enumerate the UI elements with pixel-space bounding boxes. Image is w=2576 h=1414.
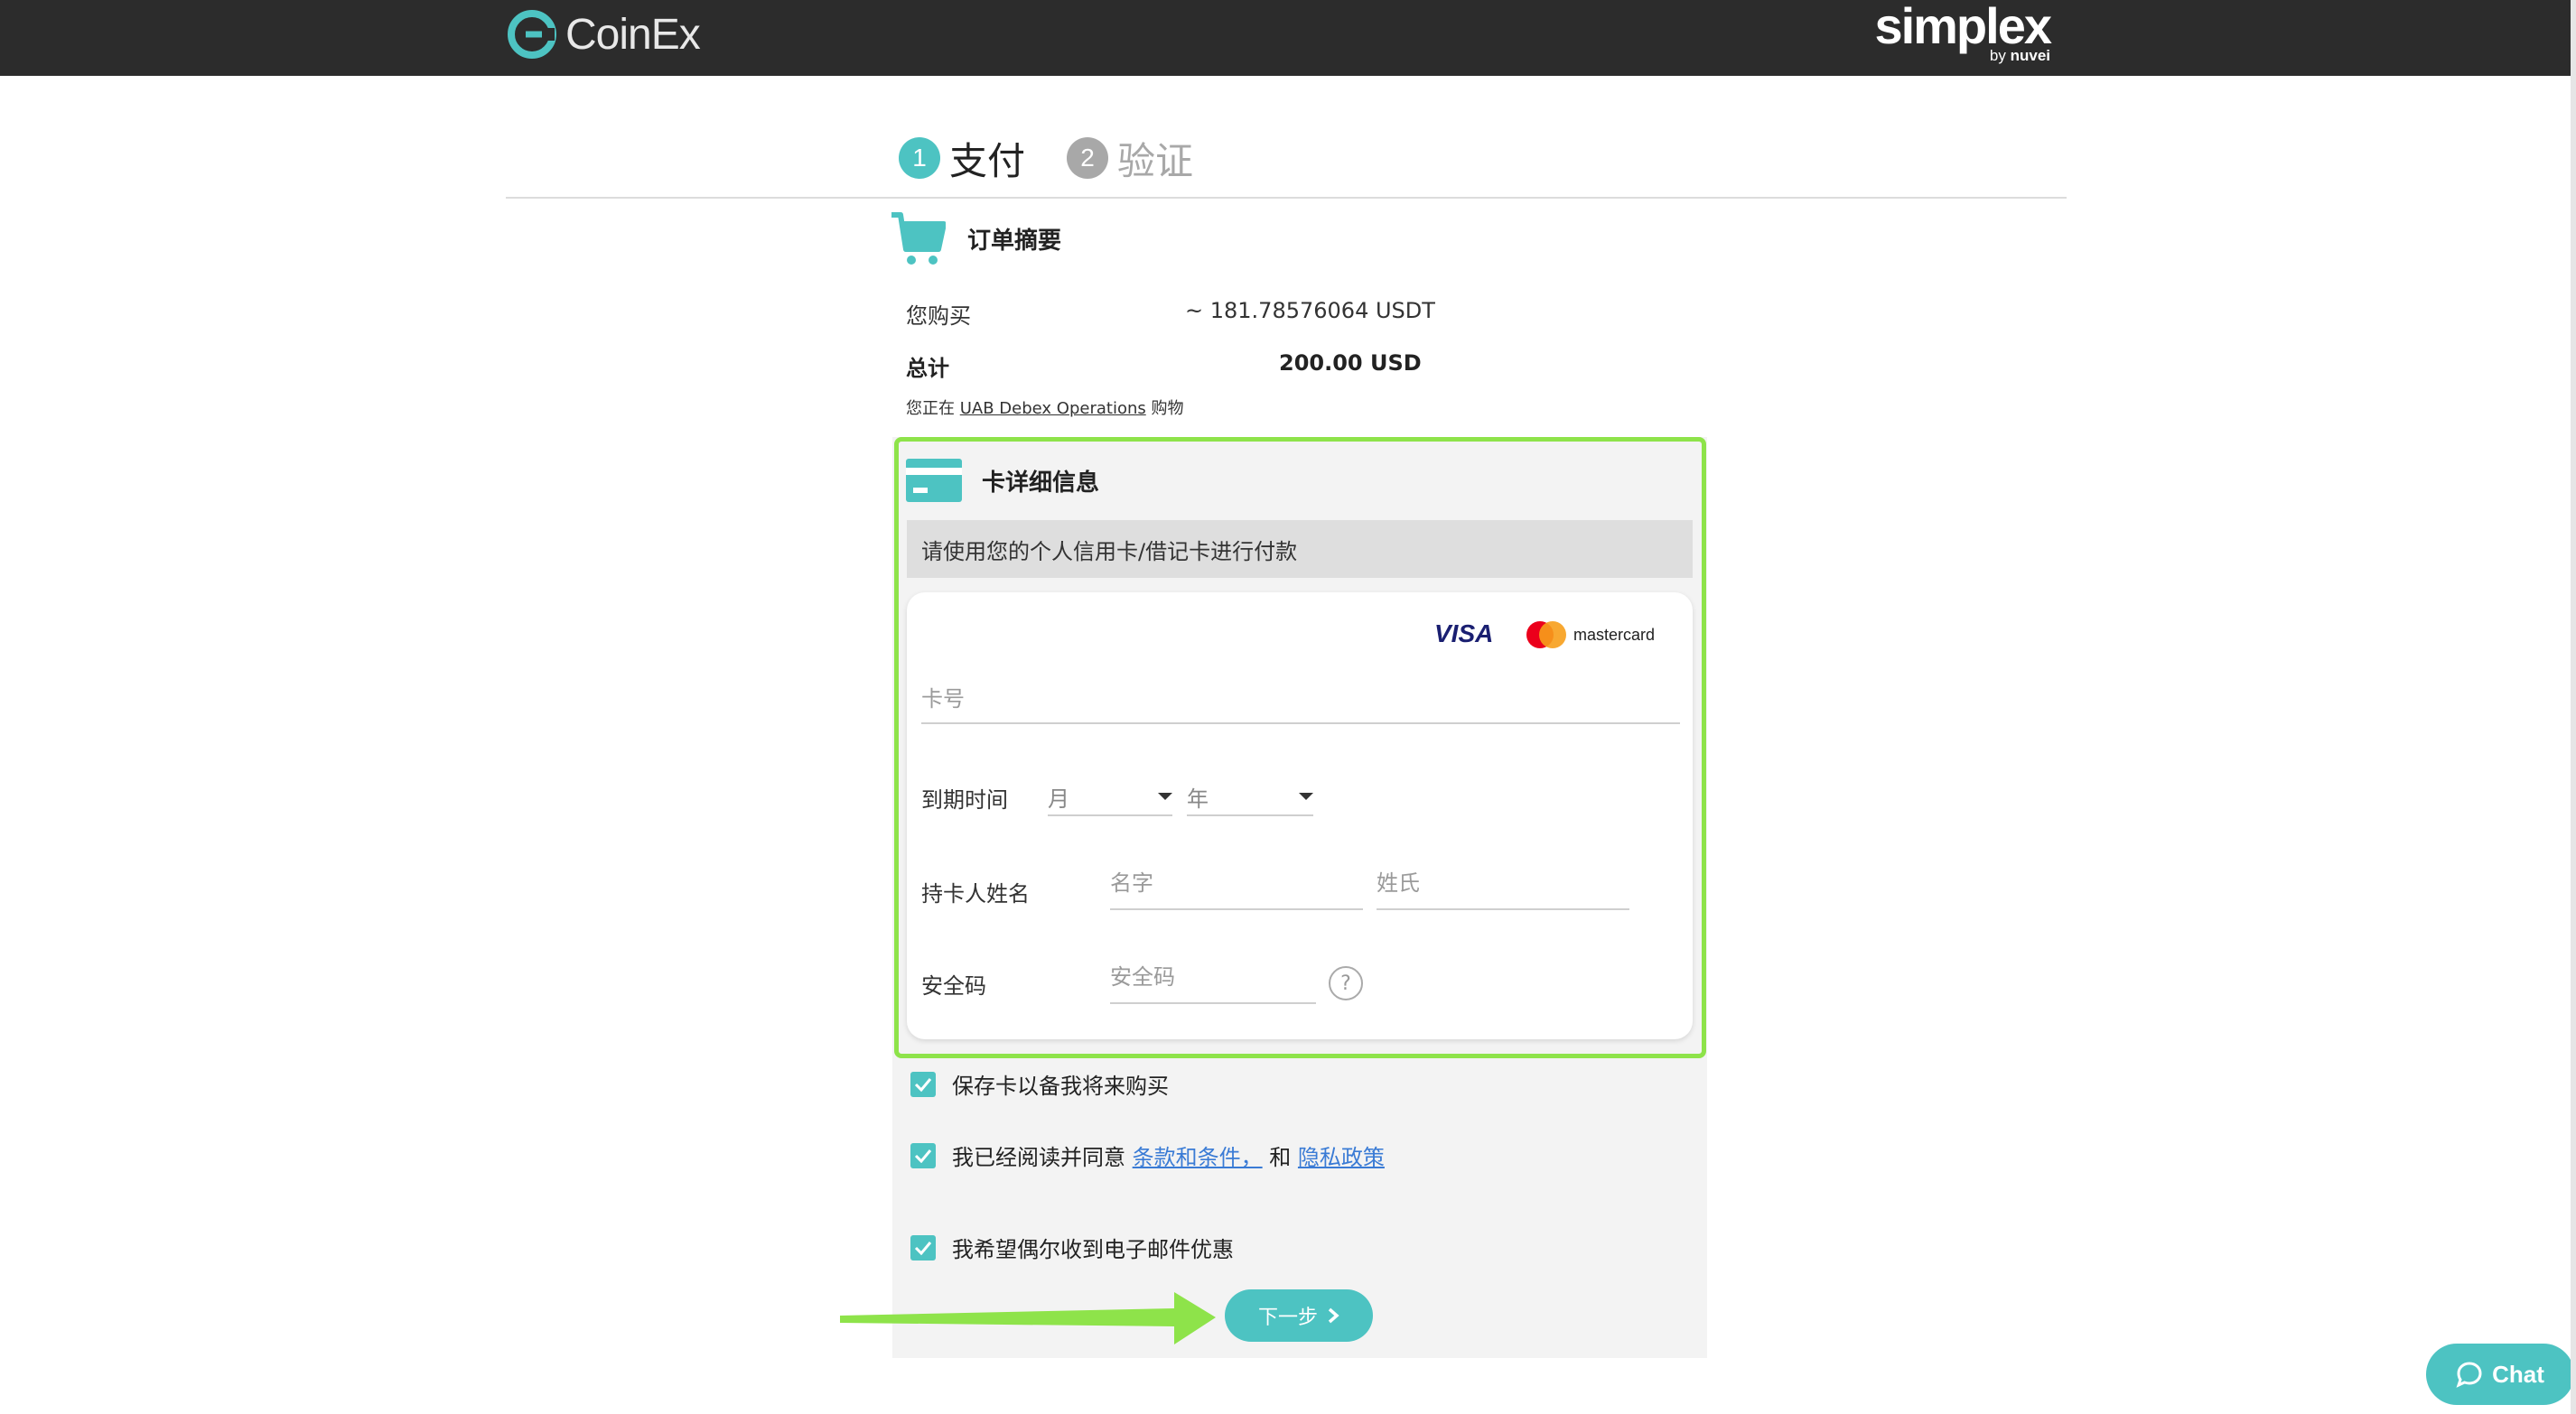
cardholder-label: 持卡人姓名 bbox=[921, 881, 1030, 907]
simplex-by-text: by bbox=[1989, 47, 2006, 64]
total-label: 总计 bbox=[906, 356, 949, 381]
cvv-input[interactable] bbox=[1110, 964, 1316, 990]
expiry-year-select[interactable]: 年 bbox=[1187, 778, 1313, 816]
coinex-logo[interactable]: CoinEx bbox=[506, 7, 701, 61]
order-summary-title: 订单摘要 bbox=[967, 227, 1062, 255]
step-number: 2 bbox=[1067, 137, 1109, 179]
chat-button[interactable]: Chat bbox=[2426, 1344, 2574, 1405]
mastercard-circles-icon bbox=[1526, 621, 1566, 648]
terms-checkbox[interactable] bbox=[910, 1142, 936, 1168]
cart-icon bbox=[891, 212, 946, 265]
card-details-title: 卡详细信息 bbox=[982, 469, 1100, 497]
card-number-input[interactable] bbox=[921, 686, 1680, 712]
marketing-checkbox[interactable] bbox=[910, 1234, 936, 1261]
simplex-by-nuvei: by nuvei bbox=[1990, 47, 2050, 65]
year-placeholder: 年 bbox=[1187, 786, 1209, 812]
header-divider bbox=[506, 197, 2067, 199]
chevron-right-icon bbox=[1328, 1307, 1339, 1324]
terms-and: 和 bbox=[1269, 1145, 1292, 1170]
mastercard-text: mastercard bbox=[1573, 625, 1656, 644]
visa-logo: VISA bbox=[1434, 619, 1494, 647]
checkmark-icon bbox=[914, 1149, 932, 1163]
step-payment: 1 支付 bbox=[899, 131, 1025, 186]
step-number: 1 bbox=[899, 137, 940, 179]
terms-checkbox-row[interactable]: 我已经阅读并同意 条款和条件， 和 隐私政策 bbox=[910, 1140, 1385, 1171]
scrollbar-edge bbox=[2571, 0, 2576, 1414]
month-placeholder: 月 bbox=[1048, 786, 1069, 812]
credit-card-icon bbox=[906, 459, 962, 502]
terms-label: 我已经阅读并同意 条款和条件， 和 隐私政策 bbox=[952, 1140, 1385, 1171]
chat-label: Chat bbox=[2492, 1360, 2544, 1388]
total-value: 200.00 USD bbox=[1279, 350, 1422, 376]
nuvei-text: nuvei bbox=[2010, 47, 2050, 64]
personal-card-notice: 请使用您的个人信用卡/借记卡进行付款 bbox=[907, 520, 1693, 578]
merchant-suffix: 购物 bbox=[1151, 399, 1184, 418]
merchant-note: 您正在 UAB Debex Operations 购物 bbox=[906, 395, 1183, 419]
save-card-checkbox[interactable] bbox=[910, 1071, 936, 1097]
expiry-label: 到期时间 bbox=[921, 787, 1008, 813]
privacy-link[interactable]: 隐私政策 bbox=[1298, 1145, 1385, 1170]
terms-link[interactable]: 条款和条件， bbox=[1133, 1145, 1263, 1170]
merchant-prefix: 您正在 bbox=[906, 399, 955, 418]
card-number-field[interactable] bbox=[921, 686, 1680, 724]
step-verification: 2 验证 bbox=[1067, 131, 1193, 186]
coinex-logo-text: CoinEx bbox=[565, 10, 701, 59]
marketing-checkbox-row[interactable]: 我希望偶尔收到电子邮件优惠 bbox=[910, 1232, 1234, 1263]
card-details-header: 卡详细信息 bbox=[906, 459, 1099, 502]
order-summary-header: 订单摘要 bbox=[890, 209, 1061, 267]
step-label: 验证 bbox=[1117, 138, 1194, 183]
first-name-input[interactable] bbox=[1110, 870, 1363, 896]
cvv-help-icon[interactable]: ? bbox=[1329, 966, 1363, 1000]
chat-bubble-icon bbox=[2456, 1362, 2482, 1388]
cvv-label: 安全码 bbox=[921, 973, 986, 999]
last-name-input[interactable] bbox=[1377, 870, 1629, 896]
top-bar: CoinEx simplex by nuvei bbox=[0, 0, 2576, 76]
buy-value: ~ 181.78576064 USDT bbox=[1185, 298, 1435, 323]
mastercard-logo: mastercard bbox=[1526, 621, 1655, 648]
next-button[interactable]: 下一步 bbox=[1225, 1289, 1373, 1342]
checkout-steps: 1 支付 2 验证 bbox=[899, 131, 1235, 185]
simplex-logo: simplex by nuvei bbox=[1861, 0, 2052, 72]
expiry-month-select[interactable]: 月 bbox=[1048, 778, 1172, 816]
buy-label: 您购买 bbox=[906, 303, 971, 329]
green-arrow-annotation bbox=[840, 1292, 1216, 1344]
next-button-label: 下一步 bbox=[1257, 1306, 1318, 1328]
first-name-field[interactable] bbox=[1110, 870, 1363, 910]
save-card-label: 保存卡以备我将来购买 bbox=[952, 1074, 1169, 1099]
chevron-down-icon bbox=[1299, 793, 1313, 800]
coinex-logo-icon bbox=[508, 10, 556, 59]
marketing-label: 我希望偶尔收到电子邮件优惠 bbox=[952, 1237, 1234, 1262]
checkmark-icon bbox=[914, 1077, 932, 1092]
step-label: 支付 bbox=[949, 138, 1026, 183]
chevron-down-icon bbox=[1158, 793, 1172, 800]
last-name-field[interactable] bbox=[1377, 870, 1629, 910]
terms-prefix: 我已经阅读并同意 bbox=[952, 1145, 1125, 1170]
save-card-checkbox-row[interactable]: 保存卡以备我将来购买 bbox=[910, 1068, 1169, 1100]
cvv-field[interactable] bbox=[1110, 964, 1316, 1004]
checkmark-icon bbox=[914, 1241, 932, 1255]
merchant-link[interactable]: UAB Debex Operations bbox=[960, 399, 1146, 418]
